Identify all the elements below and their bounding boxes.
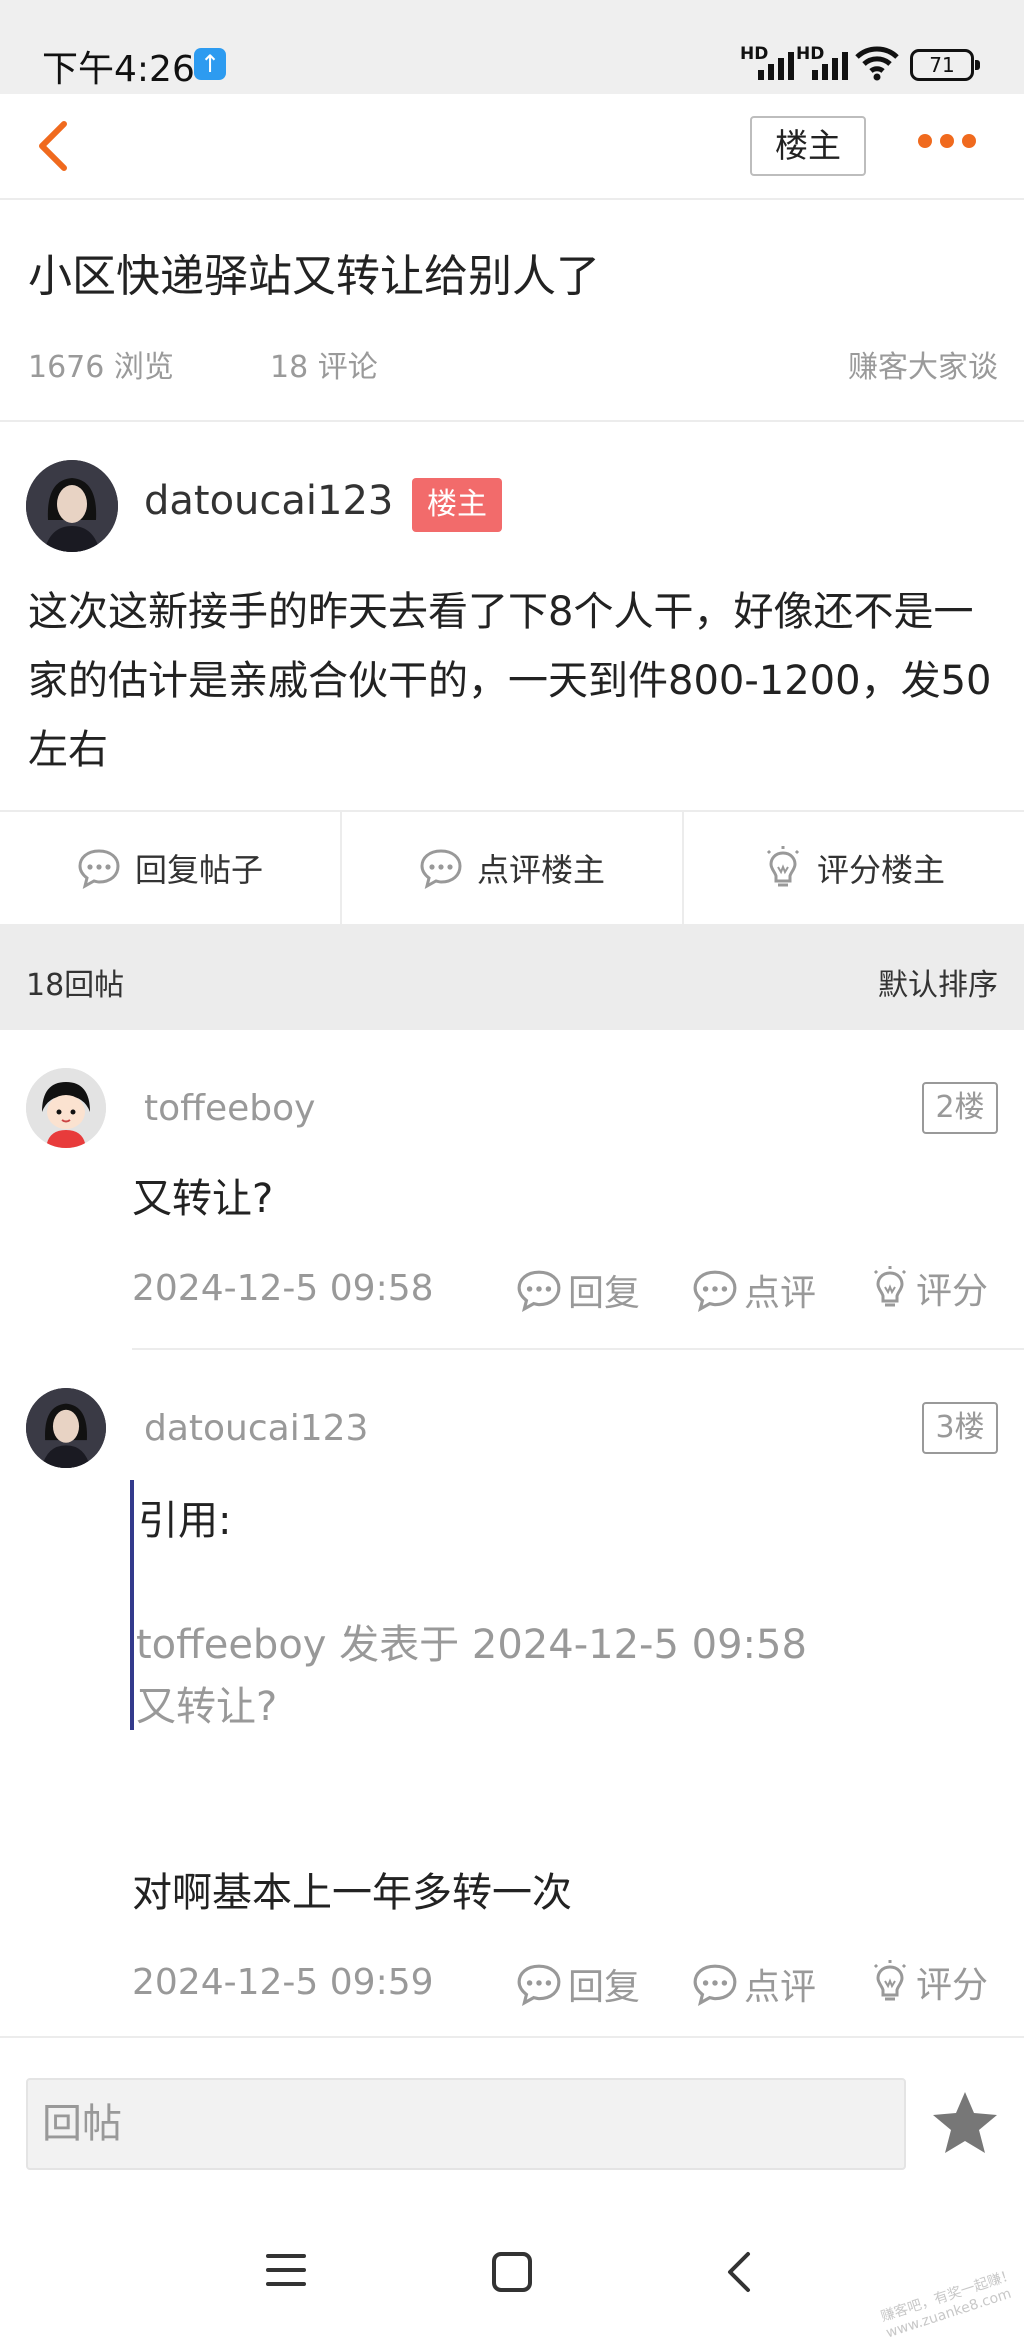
comment-button[interactable]: 点评 xyxy=(692,1958,816,2010)
divider xyxy=(132,1348,1024,1350)
reply-label: 回复 xyxy=(568,1273,641,1314)
upload-arrow-icon: ↑ xyxy=(194,48,226,80)
view-count: 1676 浏览 xyxy=(28,350,174,385)
avatar[interactable] xyxy=(26,1388,106,1468)
thread-title: 小区快递驿站又转让给别人了 xyxy=(28,251,600,302)
top-nav-bar: 楼主 xyxy=(0,94,1024,200)
floor-badge: 3楼 xyxy=(922,1402,998,1454)
reply-time: 2024-12-5 09:58 xyxy=(132,1268,434,1309)
more-dots-icon[interactable] xyxy=(918,134,976,148)
comment-count: 18 评论 xyxy=(270,350,378,385)
rate-label: 评分 xyxy=(916,1965,989,2006)
lightbulb-icon xyxy=(873,1960,907,2001)
divider xyxy=(0,420,1024,422)
wifi-icon xyxy=(855,46,899,81)
op-content: 这次这新接手的昨天去看了下8个人干，好像还不是一家的估计是亲戚合伙干的，一天到件… xyxy=(28,589,992,773)
chat-bubble-icon xyxy=(693,1964,737,2006)
bottom-bar: 回帖 xyxy=(0,2036,1024,2332)
status-time: 下午4:26 xyxy=(42,49,195,90)
quote-meta: toffeeboy 发表于 2024-12-5 09:58 xyxy=(136,1622,807,1668)
back-chevron-icon[interactable] xyxy=(720,2250,760,2294)
username[interactable]: datoucai123 xyxy=(144,1408,368,1449)
lightbulb-icon xyxy=(766,846,800,887)
sort-dropdown[interactable]: 默认排序 xyxy=(878,960,998,1004)
rate-button[interactable]: 评分 xyxy=(870,1956,988,2008)
comment-label: 点评 xyxy=(744,1273,817,1314)
reply-post-button[interactable]: 回复帖子 xyxy=(0,812,342,924)
comment-op-label: 点评楼主 xyxy=(476,851,605,889)
reply-input[interactable]: 回帖 xyxy=(26,2078,906,2170)
reply-button[interactable]: 回复 xyxy=(516,1264,640,1316)
replies-header: 18回帖 默认排序 xyxy=(0,924,1024,1030)
rate-button[interactable]: 评分 xyxy=(870,1262,988,1314)
lightbulb-icon xyxy=(873,1266,907,1307)
reply-button[interactable]: 回复 xyxy=(516,1958,640,2010)
menu-icon[interactable] xyxy=(264,2250,308,2290)
comment-op-button[interactable]: 点评楼主 xyxy=(342,812,684,924)
signal-bars-icon xyxy=(812,52,848,80)
chevron-left-icon[interactable] xyxy=(30,118,80,174)
floor-badge: 2楼 xyxy=(922,1082,998,1134)
forum-name[interactable]: 赚客大家谈 xyxy=(848,342,998,386)
battery-level: 71 xyxy=(929,53,955,77)
quote-text: 又转让? xyxy=(136,1684,278,1730)
chat-bubble-icon xyxy=(78,849,120,889)
chat-bubble-icon xyxy=(420,849,462,889)
status-bar: 下午4:26 ↑ HD HD 71 xyxy=(0,0,1024,94)
rate-op-button[interactable]: 评分楼主 xyxy=(684,812,1024,924)
op-username[interactable]: datoucai123 xyxy=(144,478,393,524)
reply-count: 18回帖 xyxy=(26,968,125,1003)
home-square-icon[interactable] xyxy=(490,2250,534,2294)
reply-content: 对啊基本上一年多转一次 xyxy=(132,1870,572,1916)
signal-bars-icon xyxy=(758,52,794,80)
comment-button[interactable]: 点评 xyxy=(692,1264,816,1316)
avatar[interactable] xyxy=(26,1068,106,1148)
reply-content: 又转让? xyxy=(132,1176,274,1222)
only-op-button[interactable]: 楼主 xyxy=(750,116,866,176)
reply-post-label: 回复帖子 xyxy=(134,851,263,889)
avatar[interactable] xyxy=(26,460,118,552)
username[interactable]: toffeeboy xyxy=(144,1088,315,1129)
battery-icon: 71 xyxy=(910,49,980,81)
rate-op-label: 评分楼主 xyxy=(816,851,945,889)
rate-label: 评分 xyxy=(916,1271,989,1312)
comment-label: 点评 xyxy=(744,1967,817,2008)
chat-bubble-icon xyxy=(517,1270,561,1312)
chat-bubble-icon xyxy=(517,1964,561,2006)
post-action-bar: 回复帖子 点评楼主 评分楼主 xyxy=(0,810,1024,924)
reply-time: 2024-12-5 09:59 xyxy=(132,1962,434,2003)
op-badge: 楼主 xyxy=(412,478,502,532)
star-icon[interactable] xyxy=(930,2088,1000,2158)
reply-label: 回复 xyxy=(568,1967,641,2008)
chat-bubble-icon xyxy=(693,1270,737,1312)
quote-bar xyxy=(130,1480,134,1730)
quote-label: 引用: xyxy=(138,1498,232,1544)
